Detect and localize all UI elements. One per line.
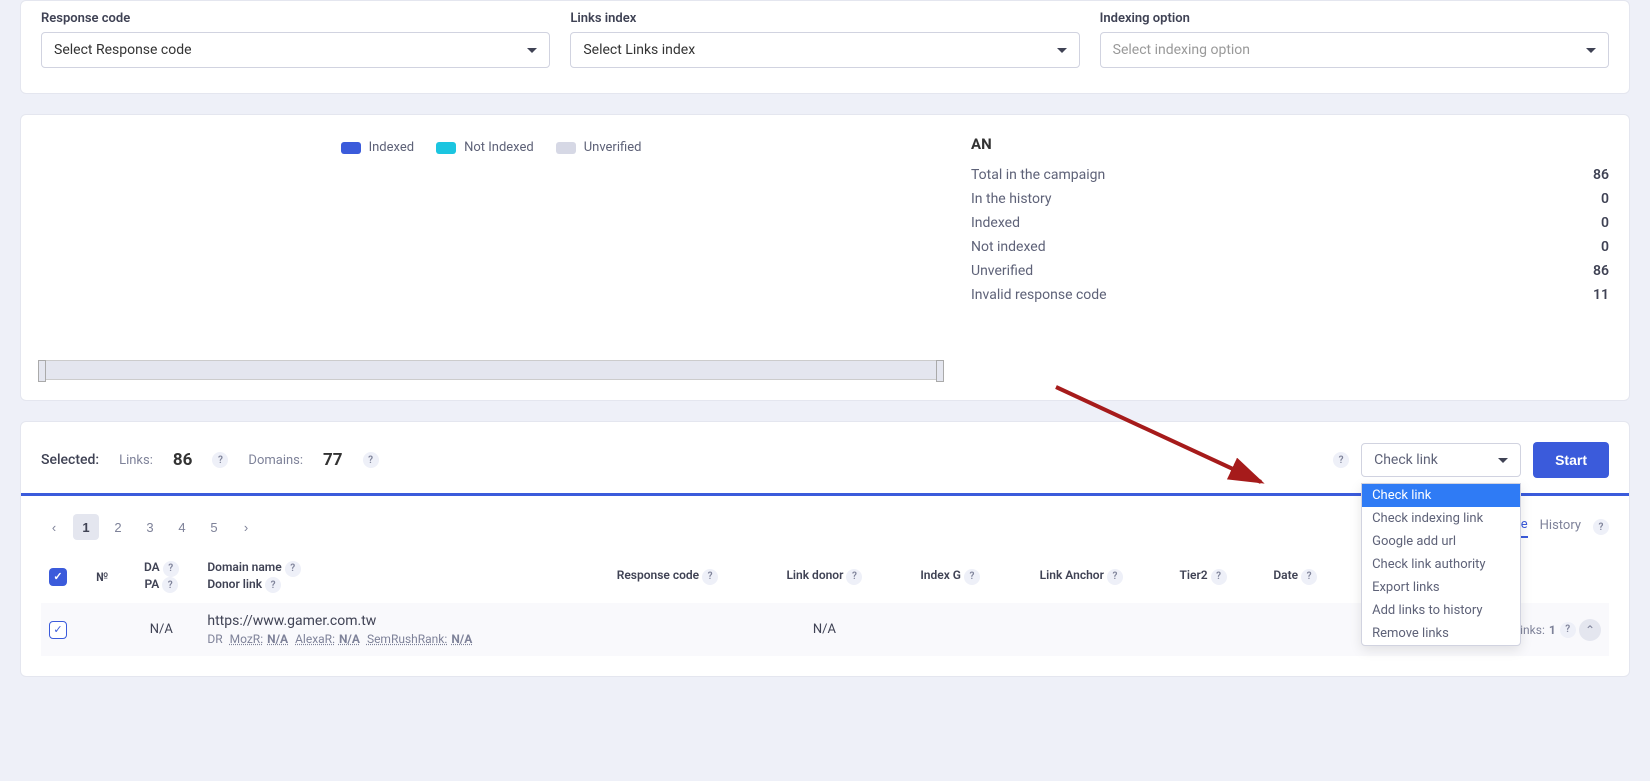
chevron-down-icon <box>1057 48 1067 53</box>
stat-row: Not indexed0 <box>971 235 1609 259</box>
help-icon[interactable]: ? <box>964 569 980 585</box>
dropdown-item-remove-links[interactable]: Remove links <box>1362 622 1520 645</box>
help-icon[interactable]: ? <box>162 577 178 593</box>
col-link-anchor[interactable]: Link Anchor ? <box>1007 550 1156 603</box>
col-tier2[interactable]: Tier2 ? <box>1156 550 1251 603</box>
dropdown-item-add-links-to-history[interactable]: Add links to history <box>1362 599 1520 622</box>
filter-label: Response code <box>41 11 550 26</box>
help-icon[interactable]: ? <box>846 569 862 585</box>
dropdown-item-check-link[interactable]: Check link <box>1362 484 1520 507</box>
col-da-pa[interactable]: DA ? PA ? <box>123 550 199 603</box>
help-icon[interactable]: ? <box>212 452 228 468</box>
range-handle-left[interactable] <box>38 360 46 382</box>
pager-next[interactable]: › <box>233 514 259 540</box>
chevron-down-icon <box>527 48 537 53</box>
action-dropdown: Check link Check indexing link Google ad… <box>1361 483 1521 646</box>
summary-title: AN <box>971 135 1609 153</box>
row-checkbox[interactable]: ✓ <box>49 621 67 639</box>
stat-row: In the history0 <box>971 187 1609 211</box>
links-label: Links: <box>119 453 153 468</box>
help-icon[interactable]: ? <box>1301 569 1317 585</box>
select-links-index[interactable]: Select Links index <box>570 32 1079 68</box>
legend-unverified[interactable]: Unverified <box>556 140 642 155</box>
filter-label: Indexing option <box>1100 11 1609 26</box>
dropdown-item-check-link-authority[interactable]: Check link authority <box>1362 553 1520 576</box>
cell-dapa: N/A <box>123 603 199 656</box>
dropdown-item-export-links[interactable]: Export links <box>1362 576 1520 599</box>
tab-history[interactable]: History <box>1540 518 1581 537</box>
pager-page-2[interactable]: 2 <box>105 514 131 540</box>
metric-semrush[interactable]: SemRushRank:N/A <box>367 632 472 646</box>
select-response-code[interactable]: Select Response code <box>41 32 550 68</box>
chart-legend: Indexed Not Indexed Unverified <box>41 135 941 160</box>
links-count: 86 <box>173 450 193 470</box>
legend-swatch-not-indexed <box>436 142 456 154</box>
row-url[interactable]: https://www.gamer.com.tw <box>207 613 571 629</box>
metric-alexar[interactable]: AlexaR:N/A <box>295 632 360 646</box>
selected-label: Selected: <box>41 452 99 468</box>
legend-indexed[interactable]: Indexed <box>341 140 415 155</box>
col-date[interactable]: Date ? <box>1250 550 1340 603</box>
legend-swatch-indexed <box>341 142 361 154</box>
col-link-donor[interactable]: Link donor ? <box>755 550 893 603</box>
domains-count: 77 <box>323 450 343 470</box>
selection-bar: Selected: Links: 86 ? Domains: 77 ? ? Ch… <box>41 442 1609 478</box>
select-all-checkbox[interactable]: ✓ <box>49 568 67 586</box>
chart-area: Indexed Not Indexed Unverified <box>41 135 941 380</box>
help-icon[interactable]: ? <box>1593 519 1609 535</box>
help-icon[interactable]: ? <box>1107 569 1123 585</box>
cell-link-donor: N/A <box>755 603 893 656</box>
help-icon[interactable]: ? <box>363 452 379 468</box>
filter-response-code: Response code Select Response code <box>41 1 550 68</box>
chevron-down-icon <box>1498 458 1508 463</box>
pager-page-5[interactable]: 5 <box>201 514 227 540</box>
help-icon[interactable]: ? <box>1333 452 1349 468</box>
stat-row: Unverified86 <box>971 259 1609 283</box>
dropdown-item-check-indexing-link[interactable]: Check indexing link <box>1362 507 1520 530</box>
row-expand-button[interactable]: ⌃ <box>1579 619 1601 641</box>
chevron-down-icon <box>1586 48 1596 53</box>
help-icon[interactable]: ? <box>163 561 179 577</box>
domains-label: Domains: <box>248 453 303 468</box>
help-icon[interactable]: ? <box>265 577 281 593</box>
range-handle-right[interactable] <box>936 360 944 382</box>
col-response-code[interactable]: Response code ? <box>579 550 755 603</box>
help-icon[interactable]: ? <box>285 561 301 577</box>
legend-not-indexed[interactable]: Not Indexed <box>436 140 534 155</box>
row-links-count: Links:1 ? <box>1514 622 1576 638</box>
pager-page-4[interactable]: 4 <box>169 514 195 540</box>
dropdown-item-google-add-url[interactable]: Google add url <box>1362 530 1520 553</box>
stat-row: Invalid response code11 <box>971 283 1609 307</box>
metric-mozr[interactable]: MozR:N/A <box>230 632 288 646</box>
col-no[interactable]: № <box>81 550 123 603</box>
action-select[interactable]: Check link <box>1361 443 1521 477</box>
help-icon[interactable]: ? <box>702 569 718 585</box>
action-card: Selected: Links: 86 ? Domains: 77 ? ? Ch… <box>20 421 1630 677</box>
cell-domain: https://www.gamer.com.tw DR MozR:N/A Ale… <box>199 603 579 656</box>
filters-card: Response code Select Response code Links… <box>20 0 1630 94</box>
filter-links-index: Links index Select Links index <box>570 1 1079 68</box>
col-domain-donor[interactable]: Domain name ? Donor link ? <box>199 550 579 603</box>
chart-range-slider[interactable] <box>41 360 941 380</box>
legend-swatch-unverified <box>556 142 576 154</box>
start-button[interactable]: Start <box>1533 442 1609 478</box>
filter-indexing-option: Indexing option Select indexing option <box>1100 1 1609 68</box>
help-icon[interactable]: ? <box>1560 622 1576 638</box>
pager: ‹ 1 2 3 4 5 › <box>41 514 259 540</box>
pager-prev[interactable]: ‹ <box>41 514 67 540</box>
stat-row: Indexed0 <box>971 211 1609 235</box>
pager-page-3[interactable]: 3 <box>137 514 163 540</box>
help-icon[interactable]: ? <box>1211 569 1227 585</box>
summary-panel: AN Total in the campaign86 In the histor… <box>971 135 1609 380</box>
chart-summary-card: Indexed Not Indexed Unverified AN Total … <box>20 114 1630 401</box>
select-indexing-option[interactable]: Select indexing option <box>1100 32 1609 68</box>
col-index-g[interactable]: Index G ? <box>893 550 1006 603</box>
stat-row: Total in the campaign86 <box>971 163 1609 187</box>
pager-page-1[interactable]: 1 <box>73 514 99 540</box>
filter-label: Links index <box>570 11 1079 26</box>
